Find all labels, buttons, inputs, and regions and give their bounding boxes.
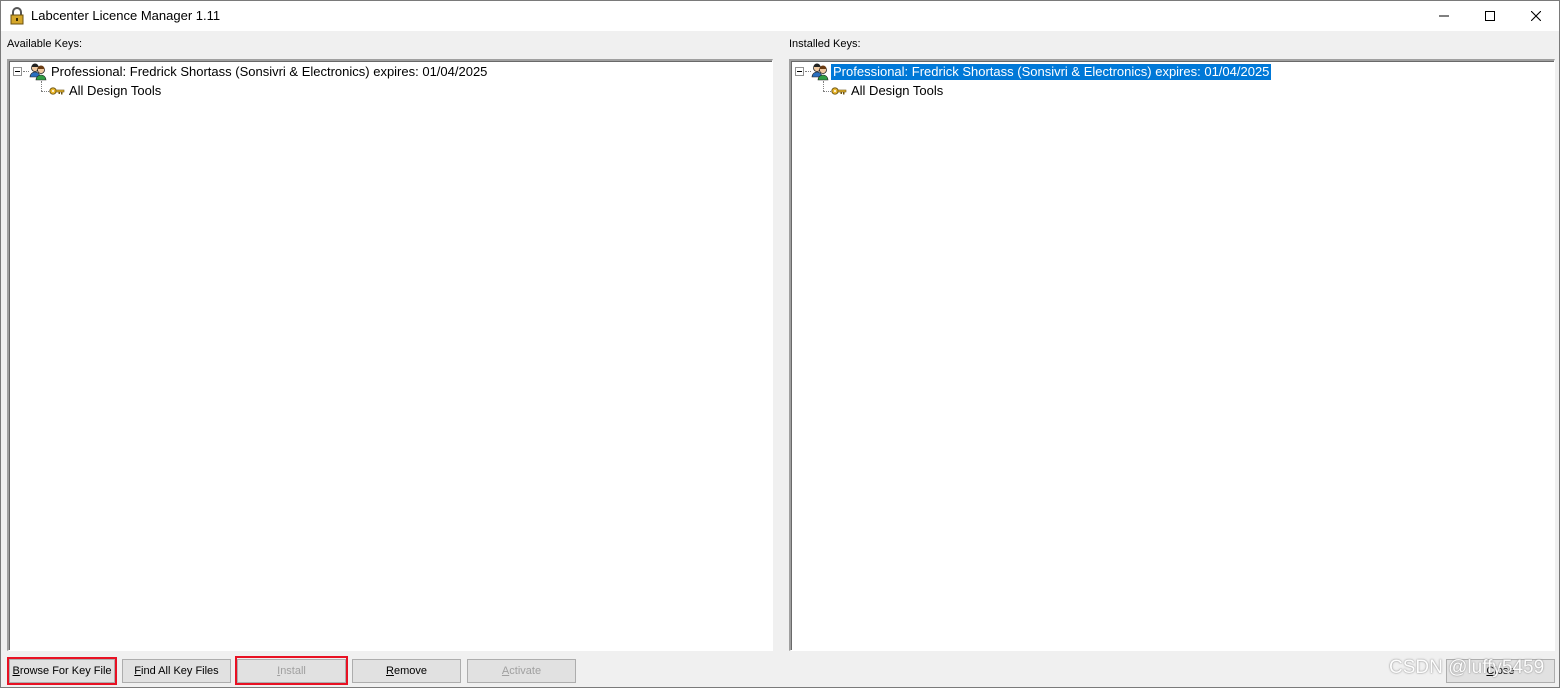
title-bar[interactable]: Labcenter Licence Manager 1.11 xyxy=(1,1,1559,31)
annotation-box-browse xyxy=(7,657,117,685)
available-keys-tree[interactable]: Professional: Fredrick Shortass (Sonsivr… xyxy=(7,59,773,651)
activate-label: ctivate xyxy=(509,665,542,677)
close-icon xyxy=(1531,11,1541,21)
activate-button[interactable]: Activate xyxy=(467,659,576,683)
find-all-key-files-button[interactable]: Find All Key Files xyxy=(122,659,231,683)
annotation-box-install xyxy=(235,656,348,685)
installed-keys-tree[interactable]: Professional: Fredrick Shortass (Sonsivr… xyxy=(789,59,1555,651)
tree-line xyxy=(823,81,824,91)
key-icon xyxy=(831,87,847,95)
user-group-icon xyxy=(811,63,829,81)
minimize-icon xyxy=(1439,15,1449,17)
watermark: CSDN @luffy5459 xyxy=(1389,657,1545,678)
close-window-button[interactable] xyxy=(1513,1,1559,31)
collapse-toggle[interactable] xyxy=(13,67,22,76)
available-keys-label: Available Keys: xyxy=(7,38,83,50)
user-group-icon xyxy=(29,63,47,81)
find-label: ind All Key Files xyxy=(141,665,219,677)
collapse-toggle[interactable] xyxy=(795,67,804,76)
remove-mnemonic: R xyxy=(386,665,394,677)
remove-button[interactable]: Remove xyxy=(352,659,461,683)
maximize-button[interactable] xyxy=(1467,1,1513,31)
available-key-feature[interactable]: All Design Tools xyxy=(69,83,161,98)
installed-key-feature[interactable]: All Design Tools xyxy=(851,83,943,98)
find-mnemonic: F xyxy=(134,665,142,677)
maximize-icon xyxy=(1485,11,1495,21)
available-key-title[interactable]: Professional: Fredrick Shortass (Sonsivr… xyxy=(49,64,489,80)
remove-label: emove xyxy=(393,665,427,677)
key-icon xyxy=(49,87,65,95)
licence-manager-window: Labcenter Licence Manager 1.11 Available… xyxy=(0,0,1560,688)
tree-line xyxy=(41,81,42,91)
minimize-button[interactable] xyxy=(1421,1,1467,31)
installed-key-title[interactable]: Professional: Fredrick Shortass (Sonsivr… xyxy=(829,63,1273,81)
tree-line xyxy=(823,91,831,92)
padlock-icon xyxy=(10,7,24,25)
window-title: Labcenter Licence Manager 1.11 xyxy=(31,8,221,23)
installed-keys-label: Installed Keys: xyxy=(789,38,861,50)
tree-line xyxy=(41,91,49,92)
activate-mnemonic: A xyxy=(501,665,510,677)
